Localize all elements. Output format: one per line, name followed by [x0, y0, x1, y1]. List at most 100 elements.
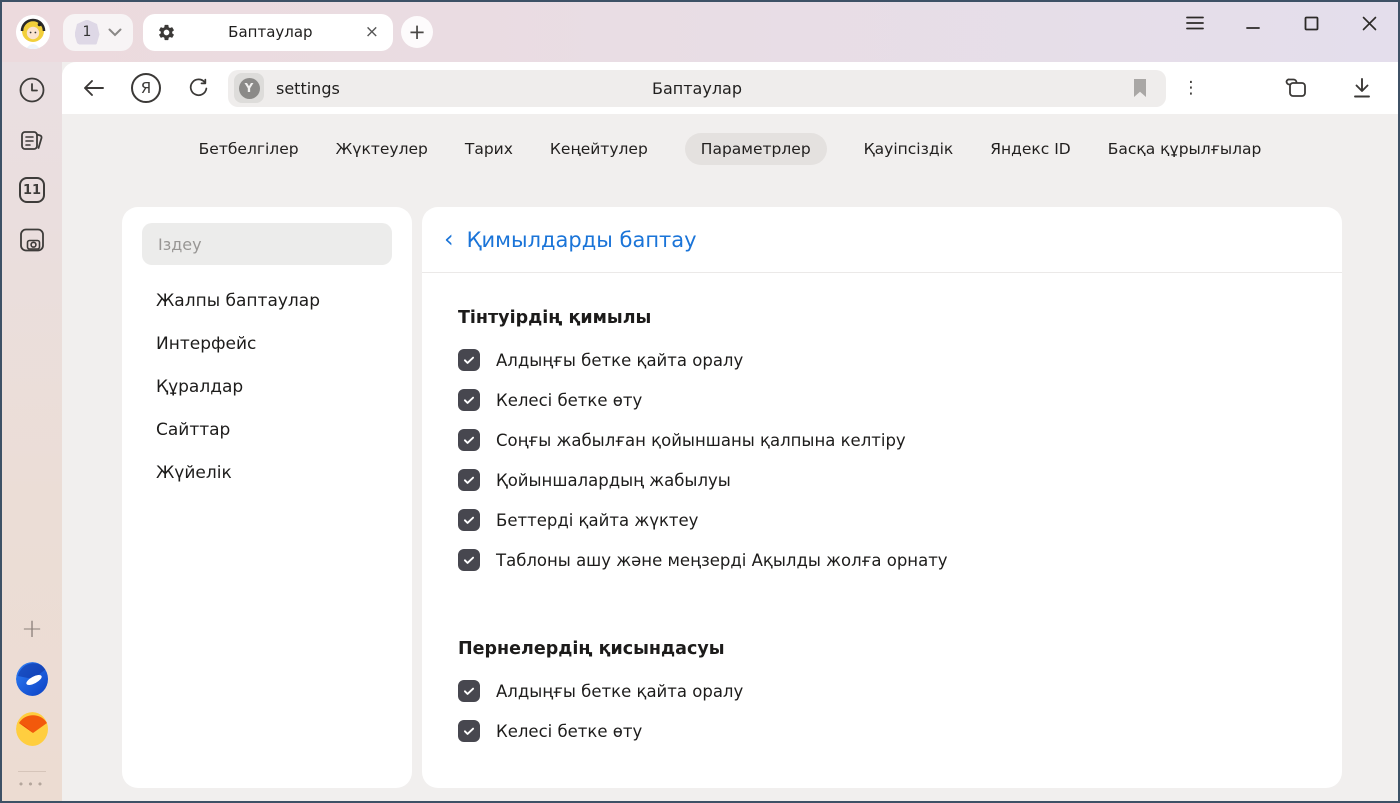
checkbox-row[interactable]: Беттерді қайта жүктеу [458, 500, 1342, 540]
header-divider [422, 272, 1342, 273]
close-icon [1362, 16, 1377, 31]
browser-menu-button[interactable] [1182, 10, 1208, 36]
nav-tab-security[interactable]: Қауіпсіздік [864, 133, 954, 165]
nav-tab-downloads[interactable]: Жүктеулер [336, 133, 428, 165]
side-panels-button[interactable] [1278, 70, 1314, 106]
checkbox-label: Алдыңғы бетке қайта оралу [496, 682, 743, 701]
address-bar-page-title: Баптаулар [228, 79, 1166, 98]
mouse-gestures-list: Алдыңғы бетке қайта оралу Келесі бетке ө… [458, 340, 1342, 580]
screenshot-button[interactable] [16, 224, 48, 256]
checkbox-row[interactable]: Таблоны ашу және меңзерді Ақылды жолға о… [458, 540, 1342, 580]
tab-groups-icon [1283, 76, 1309, 100]
toolbar-more-button[interactable]: ⋮ [1176, 78, 1206, 98]
tab-title: Баптаулар [186, 23, 355, 41]
sidebar-item-interface[interactable]: Интерфейс [156, 334, 392, 354]
rail-more-button[interactable]: ••• [18, 778, 46, 791]
checkbox-row[interactable]: Қойыншалардың жабылуы [458, 460, 1342, 500]
yandex-search-button[interactable]: Я [128, 70, 164, 106]
checkbox-label: Алдыңғы бетке қайта оралу [496, 351, 743, 370]
protect-badge[interactable]: Y [234, 73, 264, 103]
refresh-icon [188, 78, 209, 99]
checkbox[interactable] [458, 469, 480, 491]
checkbox[interactable] [458, 549, 480, 571]
nav-tab-settings[interactable]: Параметрлер [685, 133, 827, 165]
checkbox-row[interactable]: Келесі бетке өту [458, 380, 1342, 420]
back-chevron-icon[interactable]: ‹ [444, 227, 454, 251]
checkbox[interactable] [458, 680, 480, 702]
checkmark-icon [462, 433, 476, 447]
clock-icon [18, 76, 46, 104]
panel-header[interactable]: ‹ Қимылдарды баптау [422, 207, 1342, 272]
checkbox[interactable] [458, 720, 480, 742]
checkmark-icon [462, 393, 476, 407]
sidebar-item-general[interactable]: Жалпы баптаулар [156, 291, 392, 311]
checkbox-label: Таблоны ашу және меңзерді Ақылды жолға о… [496, 551, 948, 570]
checkbox[interactable] [458, 509, 480, 531]
tab-group-chip[interactable]: 1 [63, 14, 133, 51]
pages-icon [18, 126, 46, 154]
sidebar-item-tools[interactable]: Құралдар [156, 377, 392, 397]
tab-count-badge: 11 [19, 177, 45, 203]
checkbox-row[interactable]: Алдыңғы бетке қайта оралу [458, 340, 1342, 380]
bookmark-button[interactable] [1124, 72, 1156, 104]
sidebar-item-system[interactable]: Жүйелік [156, 463, 392, 483]
url-text[interactable]: settings [276, 79, 340, 98]
checkbox[interactable] [458, 389, 480, 411]
nav-tab-other-devices[interactable]: Басқа құрылғылар [1108, 133, 1262, 165]
rail-add-button[interactable]: + [16, 613, 48, 645]
all-tabs-button[interactable]: 11 [16, 174, 48, 206]
key-combos-list: Алдыңғы бетке қайта оралу Келесі бетке ө… [458, 671, 1342, 751]
tab-strip: 1 Баптаулар × + [2, 2, 1398, 62]
protect-y-icon: Y [239, 78, 260, 99]
screenshot-camera-icon [17, 225, 47, 255]
address-bar[interactable]: Y settings Баптаулар [228, 70, 1166, 107]
yandex-ya-logo: Я [131, 73, 161, 103]
checkbox-label: Келесі бетке өту [496, 722, 642, 741]
checkbox[interactable] [458, 429, 480, 451]
close-window-button[interactable] [1356, 10, 1382, 36]
checkbox[interactable] [458, 349, 480, 371]
yandex-mail-shortcut[interactable] [16, 713, 48, 745]
nav-tab-yandex-id[interactable]: Яндекс ID [990, 133, 1070, 165]
downloads-button[interactable] [1344, 70, 1380, 106]
new-tab-button[interactable]: + [401, 16, 433, 48]
panel-body: Тінтуірдің қимылы Алдыңғы бетке қайта ор… [422, 308, 1342, 751]
maximize-button[interactable] [1298, 10, 1324, 36]
sidebar-item-sites[interactable]: Сайттар [156, 420, 392, 440]
checkbox-row[interactable]: Соңғы жабылған қойыншаны қалпына келтіру [458, 420, 1342, 460]
profile-avatar[interactable] [16, 15, 50, 49]
feed-button[interactable] [16, 124, 48, 156]
rail-divider [18, 771, 46, 772]
avatar-illustration [16, 15, 50, 49]
active-tab-settings[interactable]: Баптаулар × [143, 14, 393, 51]
refresh-button[interactable] [180, 70, 216, 106]
checkbox-label: Келесі бетке өту [496, 391, 642, 410]
chevron-down-icon [108, 28, 122, 37]
back-button[interactable] [76, 70, 112, 106]
checkbox-label: Қойыншалардың жабылуы [496, 471, 731, 490]
settings-menu: Жалпы баптаулар Интерфейс Құралдар Сайтт… [142, 291, 392, 483]
minimize-button[interactable] [1240, 10, 1266, 36]
maximize-icon [1304, 16, 1319, 31]
checkbox-row[interactable]: Келесі бетке өту [458, 711, 1342, 751]
yandex-browser-shortcut[interactable] [16, 663, 48, 695]
nav-tab-extensions[interactable]: Кеңейтулер [550, 133, 648, 165]
checkmark-icon [462, 724, 476, 738]
section-gap [458, 580, 1342, 604]
tab-close-icon[interactable]: × [365, 22, 379, 42]
checkmark-icon [462, 553, 476, 567]
nav-tab-history[interactable]: Тарих [465, 133, 513, 165]
checkmark-icon [462, 353, 476, 367]
history-button[interactable] [16, 74, 48, 106]
nav-tab-bookmarks[interactable]: Бетбелгілер [199, 133, 299, 165]
checkmark-icon [462, 684, 476, 698]
settings-page: Бетбелгілер Жүктеулер Тарих Кеңейтулер П… [62, 114, 1398, 801]
left-rail: 11 + [2, 62, 62, 801]
toolbar-right-icons [1278, 70, 1380, 106]
checkmark-icon [462, 513, 476, 527]
panel-title[interactable]: Қимылдарды баптау [467, 228, 697, 252]
checkbox-row[interactable]: Алдыңғы бетке қайта оралу [458, 671, 1342, 711]
download-icon [1352, 77, 1372, 99]
search-input[interactable] [142, 223, 392, 265]
yandex-mail-logo [16, 712, 48, 746]
